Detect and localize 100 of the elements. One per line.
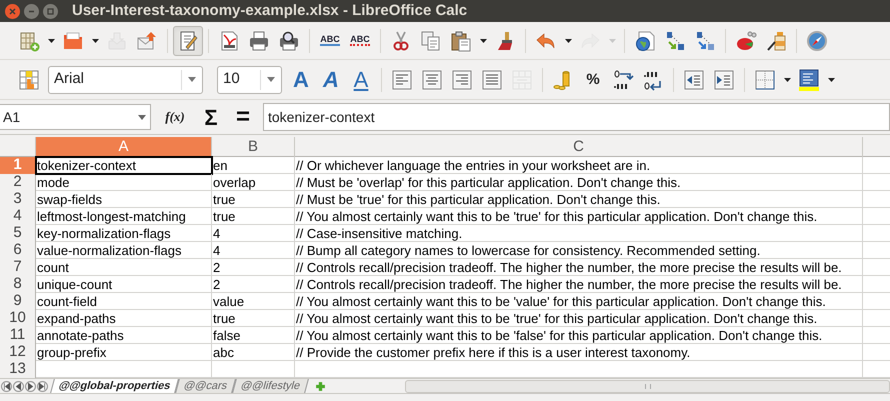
- sheet-tab[interactable]: @@cars: [175, 379, 236, 393]
- row-header[interactable]: 10: [0, 310, 36, 327]
- row-header[interactable]: 12: [0, 344, 36, 361]
- align-center-icon: [421, 68, 443, 90]
- close-icon[interactable]: [5, 4, 20, 18]
- table-cell: // Provide the customer prefix here if this is a user interest taxonomy.: [295, 344, 863, 361]
- table-cell: // Must be 'true' for this particular application. Don't change this.: [295, 191, 863, 208]
- row-header[interactable]: 2: [0, 174, 36, 191]
- table-cell: // Bump all category names to lowercase for consistency. Recommended setting.: [295, 242, 863, 259]
- formula-input[interactable]: tokenizer-context: [263, 103, 890, 131]
- table-cell: count: [36, 259, 212, 276]
- row-header[interactable]: 5: [0, 225, 36, 242]
- minimize-icon[interactable]: [24, 4, 39, 18]
- sum-button[interactable]: Σ: [199, 100, 223, 134]
- table-cell: // Must be 'overlap' for this particular application. Don't change this.: [295, 174, 863, 191]
- equals-button[interactable]: =: [231, 105, 255, 129]
- row-header[interactable]: 4: [0, 208, 36, 225]
- table-cell: // Or whichever language the entries in your worksheet are in.: [295, 157, 863, 174]
- horizontal-scrollbar[interactable]: [405, 380, 890, 393]
- table-cell: leftmost-longest-matching: [36, 208, 212, 225]
- caret-icon: [608, 38, 616, 42]
- clipboard-icon: [450, 30, 472, 52]
- window-title: User-Interest-taxonomy-example.xlsx - LibreOffice Calc: [72, 0, 468, 21]
- caret-icon: [828, 78, 834, 82]
- table-cell: value-normalization-flags: [36, 242, 212, 259]
- table-cell: unique-count: [36, 276, 212, 293]
- table-cell: true: [212, 191, 295, 208]
- borders-icon: [754, 68, 776, 90]
- table-cell: tokenizer-context: [36, 157, 212, 174]
- table-cell: value: [212, 293, 295, 310]
- row-header[interactable]: 7: [0, 259, 36, 276]
- table-cell: 2: [212, 259, 295, 276]
- font-name-field[interactable]: Arial: [48, 66, 203, 94]
- caret-icon: [138, 114, 146, 120]
- function-wizard-button[interactable]: f(x): [163, 107, 187, 127]
- table-cell: count-field: [36, 293, 212, 310]
- add-decimal-icon: [612, 68, 634, 90]
- table-cell: // You almost certainly want this to be 'value' for this particular application. Don't change this.: [295, 293, 863, 310]
- name-box[interactable]: A1: [0, 104, 151, 130]
- bold-button[interactable]: A: [286, 64, 316, 94]
- printer-icon: [248, 30, 270, 52]
- background-color-icon: [798, 68, 820, 90]
- row-header[interactable]: 11: [0, 327, 36, 344]
- table-cell: true: [212, 208, 295, 225]
- table-cell: group-prefix: [36, 344, 212, 361]
- italic-button[interactable]: A: [316, 64, 346, 94]
- table-cell: // Controls recall/precision tradeoff. The higher the number, the more precise the results will be.: [295, 276, 863, 293]
- table-cell: abc: [212, 344, 295, 361]
- table-cell: swap-fields: [36, 191, 212, 208]
- table-cell: true: [212, 310, 295, 327]
- caret-icon: [784, 78, 790, 82]
- column-header[interactable]: B: [212, 137, 295, 157]
- row-header[interactable]: 3: [0, 191, 36, 208]
- row-header[interactable]: 13: [0, 361, 36, 378]
- table-cell: // You almost certainly want this to be 'true' for this particular application. Don't change this.: [295, 310, 863, 327]
- sheet-tab[interactable]: @@global-properties: [50, 379, 180, 393]
- compass-icon: [806, 30, 828, 52]
- last-sheet-icon[interactable]: [37, 380, 48, 392]
- caret-icon: [92, 38, 98, 42]
- sheet-icon: [18, 30, 40, 52]
- table-cell: key-normalization-flags: [36, 225, 212, 242]
- caret-icon: [188, 77, 196, 82]
- caret-icon: [267, 77, 275, 82]
- table-cell: overlap: [212, 174, 295, 191]
- align-left-icon: [391, 68, 413, 90]
- row-header[interactable]: 9: [0, 293, 36, 310]
- maximize-icon[interactable]: [43, 4, 58, 18]
- table-cell: // You almost certainly want this to be 'false' for this particular application. Don't change this.: [295, 327, 863, 344]
- sort-descending-icon: [694, 30, 716, 52]
- column-header[interactable]: C: [295, 137, 863, 157]
- spelling-button[interactable]: ABC: [315, 26, 345, 56]
- magnifier-printer-icon: [278, 30, 300, 52]
- table-cell: en: [212, 157, 295, 174]
- table-cell: expand-paths: [36, 310, 212, 327]
- first-sheet-icon[interactable]: [1, 380, 12, 392]
- caret-icon: [48, 38, 54, 42]
- table-cell: // You almost certainly want this to be 'true' for this particular application. Don't change this.: [295, 208, 863, 225]
- decrease-indent-icon: [683, 68, 705, 90]
- table-cell: // Controls recall/precision tradeoff. The higher the number, the more precise the results will be.: [295, 259, 863, 276]
- autospell-button[interactable]: ABC: [345, 26, 375, 56]
- justify-icon: [481, 68, 503, 90]
- font-size-field[interactable]: 10: [217, 66, 282, 94]
- align-right-icon: [451, 68, 473, 90]
- globe-document-icon: [634, 30, 656, 52]
- draw-functions-icon: [765, 30, 787, 52]
- row-header[interactable]: 8: [0, 276, 36, 293]
- pie-chart-icon: [735, 30, 757, 52]
- table-cell: 4: [212, 242, 295, 259]
- table-cell: 2: [212, 276, 295, 293]
- sheet-tab[interactable]: @@lifestyle: [232, 379, 310, 393]
- previous-sheet-icon[interactable]: [13, 380, 24, 392]
- next-sheet-icon[interactable]: [25, 380, 36, 392]
- grid-hand-icon: [18, 68, 40, 90]
- table-cell: // Case-insensitive matching.: [295, 225, 863, 242]
- caret-icon: [480, 38, 486, 42]
- percent-button[interactable]: %: [578, 64, 608, 94]
- edit-mode-button[interactable]: [173, 26, 203, 56]
- caret-icon: [564, 38, 572, 42]
- underline-button[interactable]: A: [346, 64, 376, 94]
- row-header[interactable]: 6: [0, 242, 36, 259]
